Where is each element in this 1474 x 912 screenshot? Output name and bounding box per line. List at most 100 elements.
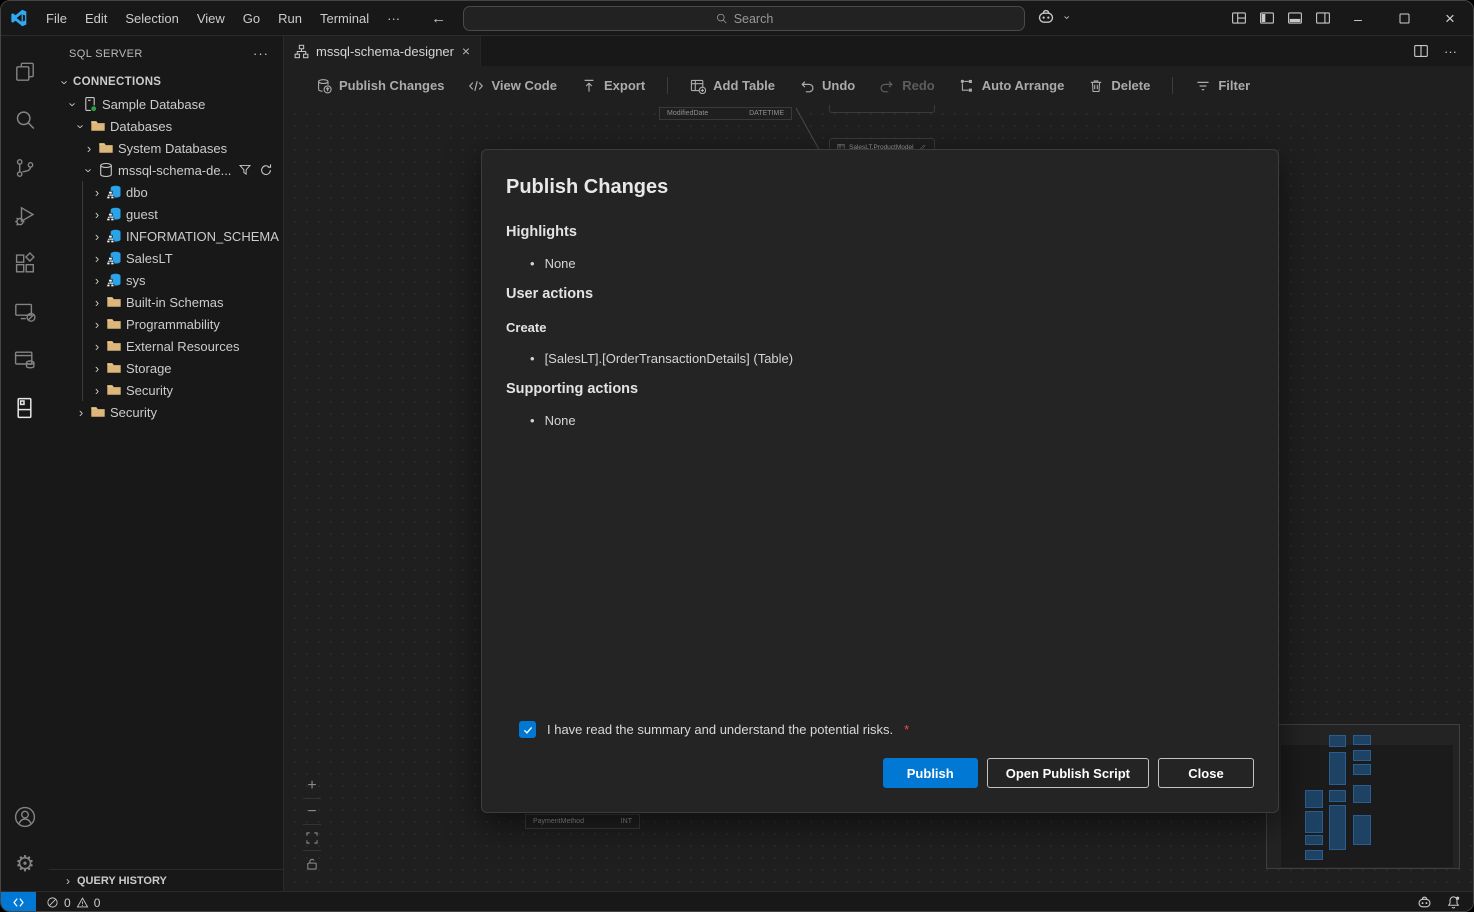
minimize-icon[interactable]: – bbox=[1335, 1, 1381, 36]
query-history-section[interactable]: › QUERY HISTORY bbox=[49, 869, 283, 891]
toolbar-redo-button[interactable]: Redo bbox=[867, 73, 947, 99]
menu-file[interactable]: File bbox=[37, 8, 76, 29]
chevron-right-icon: › bbox=[81, 142, 97, 155]
chevron-right-icon: › bbox=[89, 230, 105, 243]
schema-designer-icon bbox=[294, 44, 309, 59]
tree-item-external-resources[interactable]: ›External Resources bbox=[49, 335, 283, 357]
settings-gear-icon[interactable]: ⚙ bbox=[15, 841, 35, 887]
toolbar-separator bbox=[667, 77, 668, 94]
toolbar-view-code-button[interactable]: View Code bbox=[456, 73, 569, 99]
activity-run-debug-icon[interactable] bbox=[1, 192, 49, 240]
back-arrow-icon[interactable]: ← bbox=[431, 10, 446, 27]
menu-edit[interactable]: Edit bbox=[76, 8, 116, 29]
activity-search-icon[interactable] bbox=[1, 96, 49, 144]
publish-button[interactable]: Publish bbox=[883, 758, 978, 788]
canvas-minimap[interactable] bbox=[1266, 724, 1460, 869]
query-history-label: QUERY HISTORY bbox=[77, 875, 167, 887]
account-icon[interactable] bbox=[1, 793, 49, 841]
tree-item-built-in-schemas[interactable]: ›Built-in Schemas bbox=[49, 291, 283, 313]
close-window-icon[interactable]: × bbox=[1427, 1, 1473, 36]
tree-item-programmability[interactable]: ›Programmability bbox=[49, 313, 283, 335]
toolbar-filter-button[interactable]: Filter bbox=[1183, 73, 1262, 99]
maximize-icon[interactable] bbox=[1381, 1, 1427, 36]
search-placeholder: Search bbox=[734, 12, 774, 26]
chevron-down-icon: › bbox=[83, 162, 96, 178]
remote-indicator[interactable] bbox=[1, 892, 36, 912]
close-button[interactable]: Close bbox=[1158, 758, 1254, 788]
tree-item-dbo[interactable]: ›dbo bbox=[49, 181, 283, 203]
toolbar-delete-button[interactable]: Delete bbox=[1076, 73, 1162, 99]
activity-remote-explorer-icon[interactable] bbox=[1, 288, 49, 336]
tree-item-mssql-schema-de[interactable]: ›mssql-schema-de... bbox=[49, 159, 283, 181]
tree-item-security[interactable]: ›Security bbox=[49, 379, 283, 401]
menu-terminal[interactable]: Terminal bbox=[311, 8, 378, 29]
zoom-out-button[interactable]: − bbox=[299, 799, 325, 824]
copilot-menu[interactable]: › bbox=[1037, 8, 1074, 26]
copilot-status-icon[interactable] bbox=[1417, 895, 1432, 910]
risk-acknowledge-checkbox[interactable] bbox=[519, 721, 536, 738]
tab-mssql-schema-designer[interactable]: mssql-schema-designer × bbox=[284, 36, 481, 66]
bullet-icon: • bbox=[530, 351, 535, 366]
dialog-summary: Highlights•NoneUser actionsCreate•[Sales… bbox=[506, 224, 1254, 428]
activity-explorer-icon[interactable] bbox=[1, 48, 49, 96]
menu-run[interactable]: Run bbox=[269, 8, 311, 29]
filter-funnel-icon[interactable] bbox=[238, 163, 252, 177]
toggle-panel-icon[interactable] bbox=[1287, 10, 1303, 26]
dialog-title: Publish Changes bbox=[506, 176, 1254, 199]
activity-sql-server-icon[interactable] bbox=[1, 336, 49, 384]
tree-item-information-schema[interactable]: ›INFORMATION_SCHEMA bbox=[49, 225, 283, 247]
activity-mssql-icon[interactable] bbox=[1, 384, 49, 432]
zoom-in-button[interactable]: + bbox=[299, 773, 325, 798]
menu-selection[interactable]: Selection bbox=[116, 8, 187, 29]
schema-icon bbox=[106, 228, 122, 244]
tree-item-sys[interactable]: ›sys bbox=[49, 269, 283, 291]
menu-view[interactable]: View bbox=[188, 8, 234, 29]
problems-indicator[interactable]: 0 0 bbox=[46, 896, 100, 910]
toggle-primary-sidebar-icon[interactable] bbox=[1259, 10, 1275, 26]
table-column-row[interactable]: ModifiedDate DATETIME bbox=[659, 107, 792, 120]
window-controls: – × bbox=[1335, 1, 1473, 36]
redo-icon bbox=[879, 78, 895, 94]
toolbar-undo-button[interactable]: Undo bbox=[787, 73, 867, 99]
tree-item-storage[interactable]: ›Storage bbox=[49, 357, 283, 379]
tree-item-databases[interactable]: ›Databases bbox=[49, 115, 283, 137]
toolbar-publish-changes-button[interactable]: Publish Changes bbox=[304, 73, 456, 99]
tab-close-icon[interactable]: × bbox=[462, 43, 470, 59]
tree-item-connections[interactable]: ›CONNECTIONS bbox=[49, 71, 283, 93]
bullet-icon: • bbox=[530, 256, 535, 271]
tree-item-guest[interactable]: ›guest bbox=[49, 203, 283, 225]
designer-toolbar: Publish ChangesView CodeExport Add TableU… bbox=[284, 66, 1473, 105]
menu-more-icon[interactable]: ··· bbox=[378, 8, 409, 29]
open-publish-script-button[interactable]: Open Publish Script bbox=[987, 758, 1149, 788]
refresh-icon[interactable] bbox=[259, 163, 273, 177]
toolbar-add-table-button[interactable]: Add Table bbox=[678, 73, 787, 99]
activity-extensions-icon[interactable] bbox=[1, 240, 49, 288]
minimap-table-box bbox=[1305, 835, 1323, 845]
tree-item-security[interactable]: ›Security bbox=[49, 401, 283, 423]
tree-item-sample-database[interactable]: ›Sample Database bbox=[49, 93, 283, 115]
toolbar-export-button[interactable]: Export bbox=[569, 73, 657, 99]
notifications-bell-icon[interactable] bbox=[1446, 895, 1461, 910]
menu-go[interactable]: Go bbox=[234, 8, 269, 29]
customize-layout-icon[interactable] bbox=[1231, 10, 1247, 26]
chevron-down-icon: › bbox=[75, 118, 88, 134]
export-icon bbox=[581, 78, 597, 94]
schema-icon bbox=[106, 184, 122, 200]
lock-button[interactable] bbox=[299, 851, 325, 876]
table-card-fragment[interactable] bbox=[829, 105, 935, 113]
split-editor-icon[interactable] bbox=[1413, 43, 1429, 59]
dialog-bullet-item: •None bbox=[506, 413, 1254, 428]
sidebar-more-icon[interactable]: ··· bbox=[253, 46, 269, 61]
editor-more-icon[interactable]: ··· bbox=[1444, 44, 1457, 59]
command-center-search[interactable]: Search bbox=[463, 6, 1025, 31]
toggle-secondary-sidebar-icon[interactable] bbox=[1315, 10, 1331, 26]
table-column-row[interactable]: PaymentMethod INT bbox=[525, 814, 640, 829]
activity-source-control-icon[interactable] bbox=[1, 144, 49, 192]
tree-item-saleslt[interactable]: ›SalesLT bbox=[49, 247, 283, 269]
toolbar-auto-arrange-button[interactable]: Auto Arrange bbox=[947, 73, 1077, 99]
chevron-right-icon: › bbox=[89, 340, 105, 353]
fit-view-button[interactable] bbox=[299, 825, 325, 850]
schema-canvas[interactable]: ModifiedDate DATETIME SalesLT.ProductMod… bbox=[284, 105, 1473, 891]
minimap-table-box bbox=[1353, 764, 1371, 775]
tree-item-system-databases[interactable]: ›System Databases bbox=[49, 137, 283, 159]
